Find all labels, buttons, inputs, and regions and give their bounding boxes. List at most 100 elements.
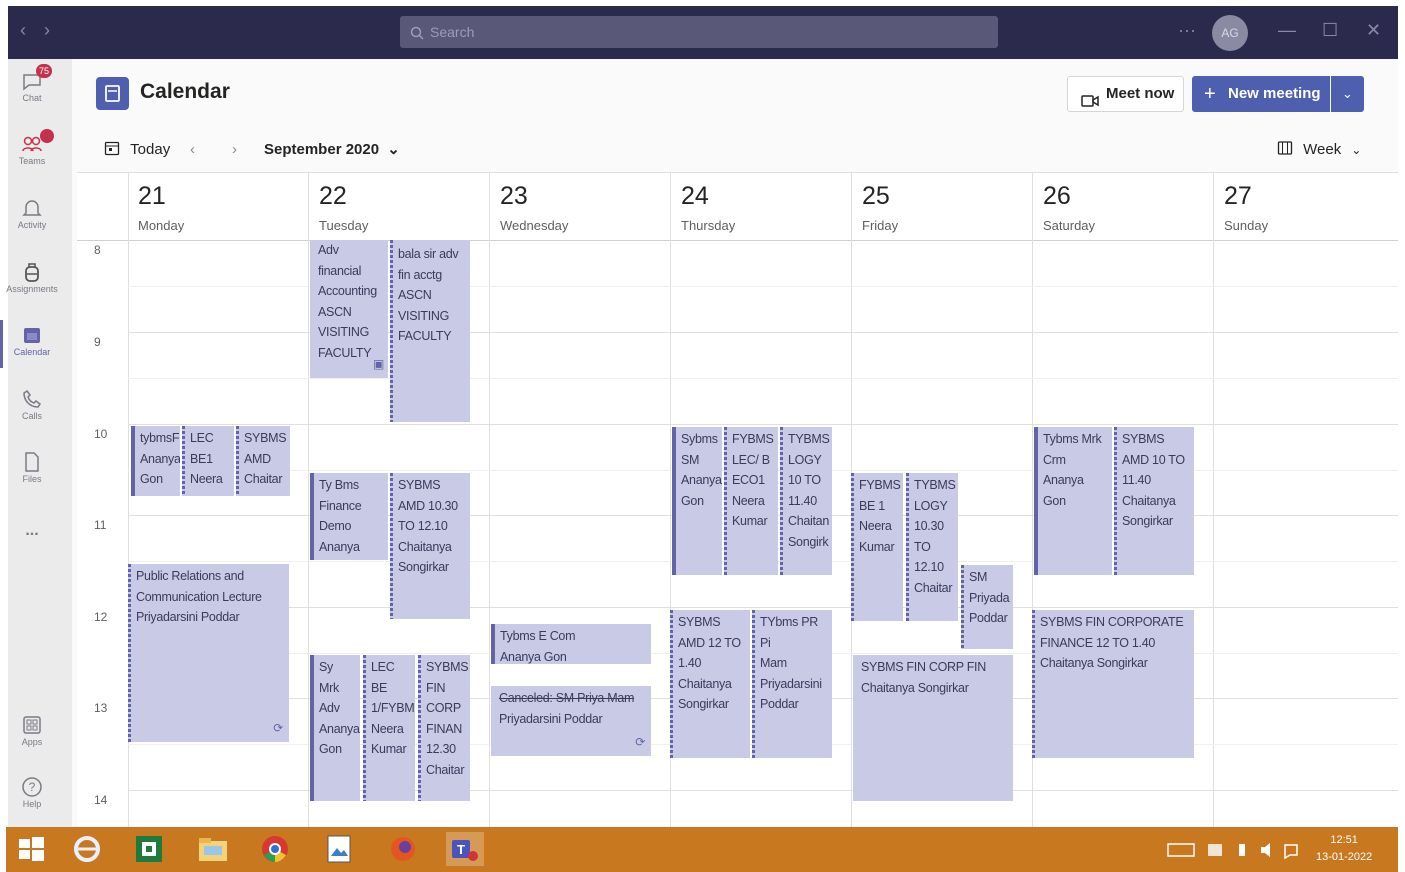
- hour-label: 10: [94, 427, 108, 441]
- event-organizer: Chaitanya Songirkar: [1040, 656, 1148, 670]
- battery-icon[interactable]: [1234, 832, 1250, 866]
- notification-icon[interactable]: [1282, 832, 1300, 866]
- calendar-event[interactable]: Sy Mrk Adv Ananya Gon: [310, 655, 360, 801]
- calendar-event[interactable]: FYBMS LEC/ B ECO1 Neera Kumar: [724, 427, 778, 575]
- event-organizer: Priyadarsini Poddar: [136, 610, 240, 624]
- event-organizer: Neera: [190, 472, 223, 486]
- internet-explorer-icon[interactable]: [70, 832, 104, 866]
- today-button[interactable]: Today: [104, 138, 170, 162]
- day-header-thu[interactable]: 24 Thursday: [673, 172, 851, 240]
- day-header-mon[interactable]: 21 Monday: [130, 172, 308, 240]
- calendar-event[interactable]: SYBMS AMD 10.30 TO 12.10 Chaitanya Songi…: [390, 473, 470, 619]
- calendar-event[interactable]: SM Priyada Poddar: [961, 565, 1013, 649]
- rail-apps[interactable]: Apps: [0, 714, 64, 747]
- chrome-icon[interactable]: [258, 832, 292, 866]
- calendar-event[interactable]: TYBMS LOGY 10.30 TO 12.10 Chaitar: [906, 473, 958, 621]
- rail-files[interactable]: Files: [0, 451, 64, 484]
- paint-icon[interactable]: [322, 832, 356, 866]
- calendar-event[interactable]: SYBMS AMD Chaitar: [236, 426, 290, 496]
- calendar-event[interactable]: Tybms E Com Ananya Gon: [491, 624, 651, 664]
- rail-calls[interactable]: Calls: [0, 388, 64, 421]
- month-picker[interactable]: September 2020 ⌄: [264, 138, 400, 162]
- event-organizer: Chaitanya Songirkar: [861, 680, 969, 695]
- calendar-event[interactable]: SYBMS FIN CORPORATE FINANCE 12 TO 1.40 C…: [1032, 610, 1194, 758]
- previous-week-icon[interactable]: ‹: [190, 138, 195, 162]
- day-name: Friday: [862, 218, 899, 233]
- windows-start-icon[interactable]: [14, 832, 48, 866]
- calendar-event[interactable]: SYBMS AMD 10 TO 11.40 Chaitanya Songirka…: [1114, 427, 1194, 575]
- back-arrow-icon[interactable]: ‹: [20, 16, 26, 44]
- rail-chat-label: Chat: [22, 93, 42, 103]
- calendar-event[interactable]: Sybms SM Ananya Gon: [672, 427, 722, 575]
- event-organizer: Chaitar: [914, 580, 953, 595]
- event-title: Canceled: SM Priya Mam: [499, 691, 635, 705]
- day-header-fri[interactable]: 25 Friday: [854, 172, 1032, 240]
- rail-chat[interactable]: Chat 75: [0, 64, 64, 103]
- day-header-tue[interactable]: 22 Tuesday: [311, 172, 489, 240]
- rail-help[interactable]: ? Help: [0, 776, 64, 809]
- network-icon[interactable]: [1204, 832, 1226, 866]
- system-clock[interactable]: 12:51 13-01-2022: [1316, 832, 1372, 866]
- rail-activity[interactable]: Activity: [0, 197, 64, 230]
- event-organizer: Chaitar: [244, 472, 283, 486]
- event-organizer: Neera Kumar: [859, 519, 895, 554]
- event-organizer: Ananya Gon: [319, 721, 360, 757]
- calendar-event[interactable]: Ty Bms Finance Demo Ananya Gon: [310, 473, 388, 560]
- event-title: TYbms PR Pi Mam: [760, 615, 819, 670]
- day-number: 27: [1224, 182, 1252, 210]
- avatar[interactable]: AG: [1212, 15, 1248, 51]
- next-week-icon[interactable]: ›: [232, 138, 237, 162]
- calendar-event[interactable]: Tybms Mrk Crm Ananya Gon: [1034, 427, 1112, 575]
- calendar-event[interactable]: FYBMS BE 1 Neera Kumar: [851, 473, 903, 621]
- more-options-icon[interactable]: ···: [1178, 16, 1196, 44]
- calendar-event[interactable]: SYBMS FIN CORP FINAN 12.30 Chaitar: [418, 655, 470, 801]
- firefox-icon[interactable]: [386, 832, 420, 866]
- day-header-sat[interactable]: 26 Saturday: [1035, 172, 1213, 240]
- rail-apps-label: Apps: [21, 737, 43, 747]
- calendar-event[interactable]: TYBMS LOGY 10 TO 11.40 Chaitan Songirk: [780, 427, 832, 575]
- day-header-wed[interactable]: 23 Wednesday: [492, 172, 670, 240]
- hour-label: 12: [94, 610, 108, 624]
- onenote-icon[interactable]: [132, 832, 166, 866]
- rail-calendar[interactable]: Calendar: [0, 320, 64, 368]
- event-title: LEC BE1: [190, 431, 214, 466]
- event-title: Public Relations and Communication Lectu…: [136, 569, 262, 604]
- plus-icon: +: [1204, 83, 1216, 105]
- view-selector[interactable]: Week ⌄: [1277, 138, 1361, 162]
- calendar-event[interactable]: LEC BE 1/FYBM Neera Kumar: [363, 655, 415, 801]
- search-input[interactable]: Search: [400, 16, 998, 48]
- calendar-event[interactable]: TYbms PR Pi Mam Priyadarsini Poddar: [752, 610, 832, 758]
- file-explorer-icon[interactable]: [196, 832, 230, 866]
- day-number: 24: [681, 182, 709, 210]
- day-header-sun[interactable]: 27 Sunday: [1216, 172, 1394, 240]
- calendar-event[interactable]: SYBMS FIN CORP FIN Chaitanya Songirkar: [853, 655, 1013, 801]
- teams-taskbar-icon[interactable]: T: [446, 832, 484, 866]
- event-organizer: Chaitan Songirk: [788, 514, 829, 549]
- new-meeting-dropdown-button[interactable]: ⌄: [1331, 76, 1364, 112]
- meet-now-button[interactable]: Meet now: [1067, 76, 1184, 112]
- rail-calls-label: Calls: [21, 411, 42, 421]
- keyboard-icon[interactable]: [1166, 832, 1196, 866]
- rail-assignments[interactable]: Assignments: [0, 261, 64, 294]
- volume-icon[interactable]: [1258, 832, 1274, 866]
- calendar-event-canceled[interactable]: Canceled: SM Priya Mam Priyadarsini Podd…: [491, 686, 651, 756]
- forward-arrow-icon[interactable]: ›: [44, 16, 50, 44]
- rail-activity-label: Activity: [17, 220, 47, 230]
- rail-teams[interactable]: Teams: [0, 129, 64, 166]
- new-meeting-button[interactable]: + New meeting: [1192, 76, 1330, 112]
- note-icon: ▣: [372, 356, 384, 371]
- day-number: 22: [319, 182, 347, 210]
- rail-calendar-label: Calendar: [13, 347, 51, 357]
- calendar-event[interactable]: LEC BE1 Neera: [182, 426, 234, 496]
- calendar-event[interactable]: tybmsF Ananya Gon: [131, 426, 180, 496]
- rail-more-icon[interactable]: ...: [0, 522, 64, 540]
- calendar-event[interactable]: bala sir adv fin acctg ASCN VISITING FAC…: [390, 240, 470, 422]
- calendar-event[interactable]: Public Relations and Communication Lectu…: [128, 564, 289, 742]
- calendar-event[interactable]: SYBMS AMD 12 TO 1.40 Chaitanya Songirkar: [670, 610, 750, 758]
- minimize-icon[interactable]: —: [1278, 16, 1296, 44]
- maximize-icon[interactable]: ☐: [1322, 16, 1338, 44]
- calendar-event[interactable]: Adv financial Accounting ASCN VISITING F…: [310, 240, 388, 378]
- close-icon[interactable]: ✕: [1366, 16, 1381, 44]
- chat-badge: 75: [36, 64, 53, 78]
- event-title: Adv financial Accounting: [318, 243, 377, 298]
